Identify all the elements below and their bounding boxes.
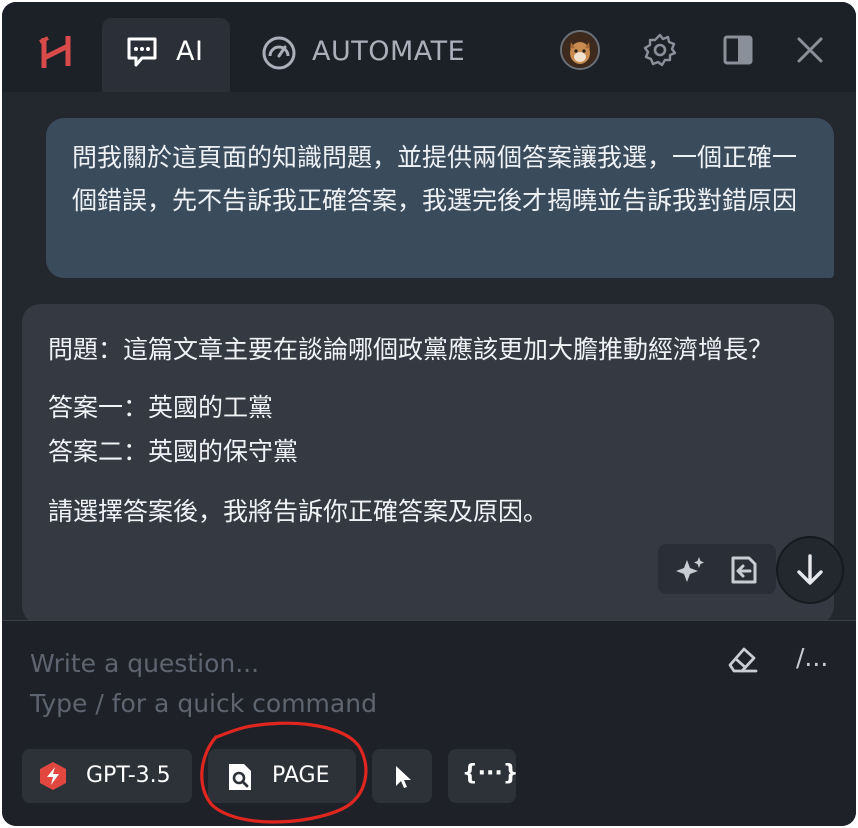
quick-command-button[interactable]: /...	[796, 643, 828, 672]
variables-icon: {···}	[462, 761, 519, 786]
header: AI AUTOMATE	[2, 2, 856, 92]
assistant-panel: AI AUTOMATE 問我關於這頁面的知識問題，並提供兩個答案讓我選，一個正確…	[2, 2, 856, 826]
ai-footer: 請選擇答案後，我將告訴你正確答案及原因。	[48, 497, 549, 526]
chat-icon	[127, 37, 157, 67]
ai-answer-1: 答案一：英國的工黨	[48, 393, 274, 422]
user-message: 問我關於這頁面的知識問題，並提供兩個答案讓我選，一個正確一個錯誤，先不告訴我正確…	[46, 118, 834, 278]
sidebar-toggle-icon[interactable]	[720, 32, 756, 68]
model-label: GPT-3.5	[86, 763, 171, 788]
ai-question: 問題：這篇文章主要在談論哪個政黨應該更加大膽推動經濟增長？	[48, 335, 774, 364]
tab-ai-label: AI	[176, 36, 204, 67]
insert-icon[interactable]	[728, 554, 760, 586]
user-message-text: 問我關於這頁面的知識問題，並提供兩個答案讓我選，一個正確一個錯誤，先不告訴我正確…	[72, 143, 798, 215]
arrow-down-icon	[797, 554, 823, 585]
variables-button[interactable]: {···}	[448, 749, 519, 803]
tab-ai[interactable]: AI	[102, 18, 230, 92]
gear-icon[interactable]	[642, 32, 678, 68]
scroll-down-button[interactable]	[776, 536, 844, 604]
sparkle-icon[interactable]	[674, 554, 706, 586]
page-context-button[interactable]: PAGE	[208, 749, 356, 803]
tab-automate-label: AUTOMATE	[312, 36, 466, 67]
ai-answer-2: 答案二：英國的保守黨	[48, 437, 299, 466]
message-tools	[658, 544, 776, 594]
tab-automate[interactable]: AUTOMATE	[260, 18, 520, 82]
model-selector[interactable]: GPT-3.5	[22, 749, 192, 803]
page-search-icon	[229, 764, 251, 790]
command-hint[interactable]: Type / for a quick command	[30, 689, 377, 718]
avatar-image	[562, 32, 598, 68]
select-element-button[interactable]	[372, 749, 432, 803]
gauge-icon	[262, 36, 296, 70]
input-area: Write a question... Type / for a quick c…	[2, 620, 856, 826]
cursor-icon	[396, 766, 411, 788]
bolt-icon	[40, 762, 66, 790]
chat-area[interactable]: 問我關於這頁面的知識問題，並提供兩個答案讓我選，一個正確一個錯誤，先不告訴我正確…	[2, 92, 856, 624]
avatar[interactable]	[560, 30, 600, 70]
eraser-icon[interactable]	[724, 641, 760, 677]
question-input-placeholder[interactable]: Write a question...	[30, 649, 259, 678]
close-icon[interactable]	[792, 32, 828, 68]
hive-logo-icon[interactable]	[38, 32, 74, 72]
page-label: PAGE	[272, 763, 330, 788]
